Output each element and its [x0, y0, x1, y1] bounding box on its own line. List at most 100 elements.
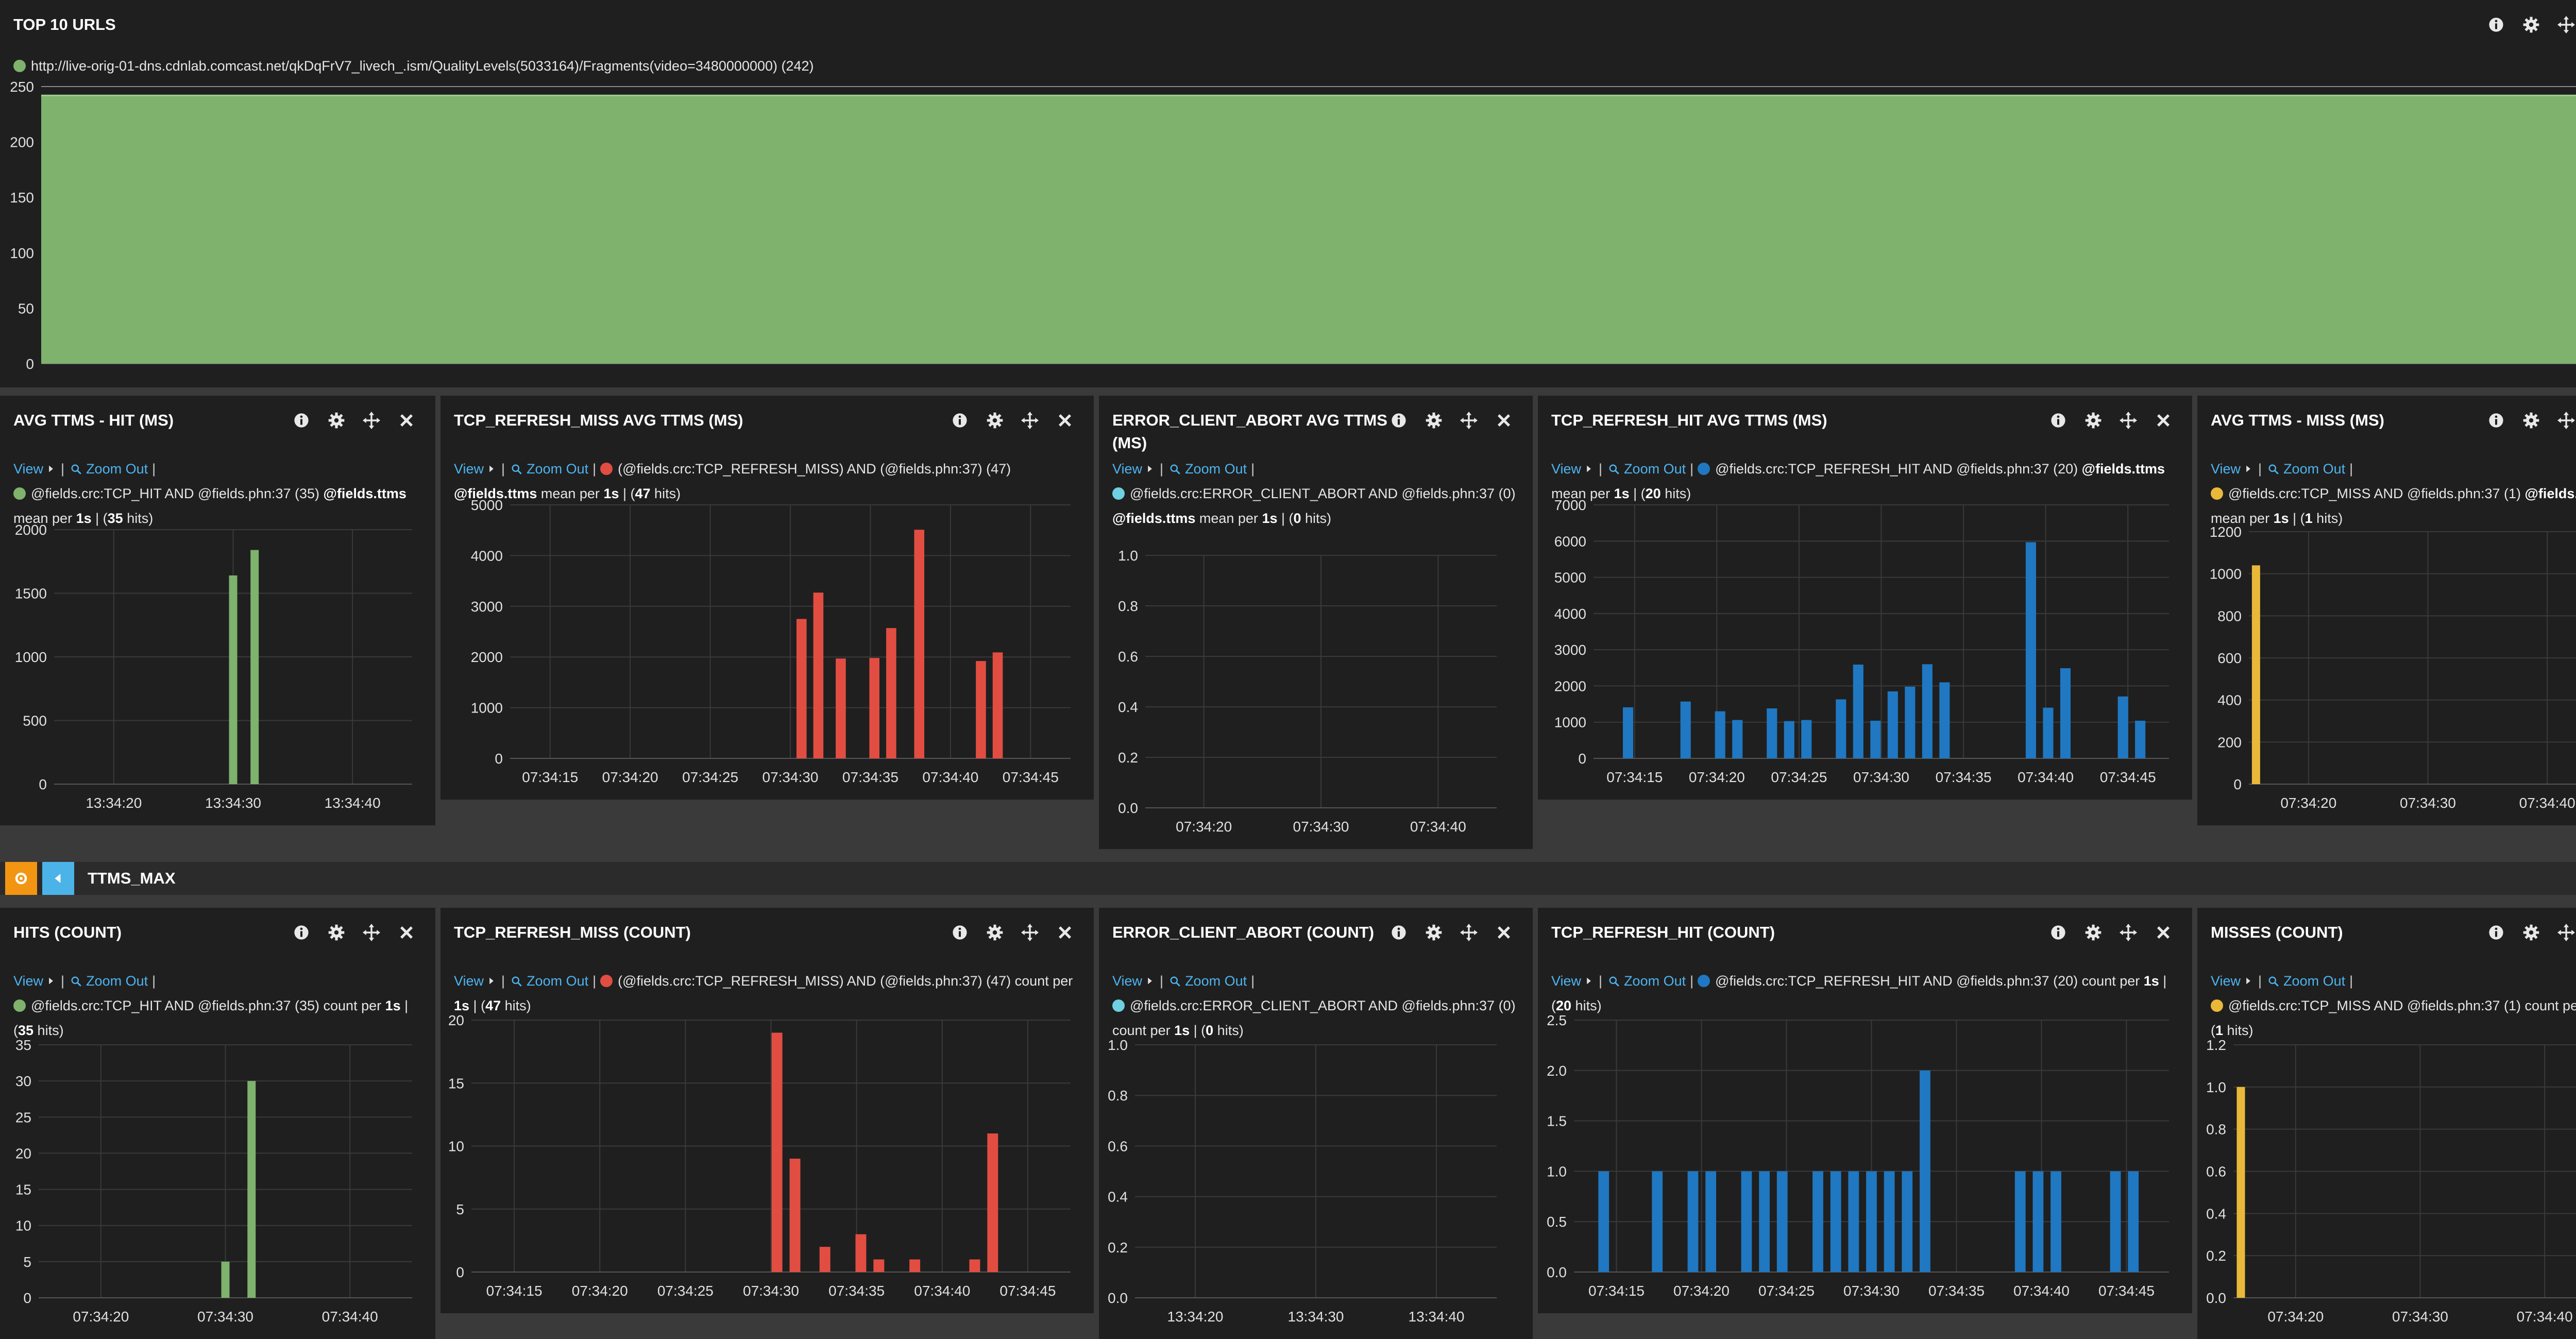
bar[interactable] — [1687, 1171, 1699, 1272]
y-tick-label: 1000 — [1554, 715, 1586, 731]
chart-p5[interactable]: 0 200 400 600 800 1000 1200 07:34:20 07:34:30 07:… — [2197, 396, 2576, 825]
y-tick-label: 2000 — [1554, 678, 1586, 694]
bar[interactable] — [221, 1261, 230, 1298]
bar[interactable] — [1939, 682, 1950, 758]
chart-p6[interactable]: 0 5 10 15 20 25 30 35 07:34:20 07:34:30 07:34:40 — [0, 908, 435, 1339]
bar[interactable] — [992, 652, 1003, 758]
bar[interactable] — [914, 530, 925, 758]
chart-p2[interactable]: 0 1000 2000 3000 4000 5000 07:34:15 07:34:20 07:… — [440, 396, 1094, 800]
chart-top10[interactable]: 0 50 100 150 200 250 — [0, 0, 2576, 387]
bar[interactable] — [1732, 720, 1743, 758]
bar[interactable] — [1830, 1171, 1841, 1272]
y-tick-label: 0.0 — [1108, 1290, 1128, 1306]
bar[interactable] — [836, 658, 846, 758]
chart-p9[interactable]: 0.0 0.5 1.0 1.5 2.0 2.5 07:34:15 07:34:20 07:34:… — [1538, 908, 2192, 1313]
bar[interactable] — [1680, 701, 1691, 758]
bar[interactable] — [771, 1032, 783, 1272]
bar[interactable] — [909, 1259, 921, 1272]
bar[interactable] — [1652, 1171, 1663, 1272]
chart-p7[interactable]: 0 5 10 15 20 07:34:15 07:34:20 07:34:25 07:34:30… — [440, 908, 1094, 1313]
bar[interactable] — [1598, 1171, 1609, 1272]
x-tick-label: 07:34:20 — [602, 769, 658, 785]
bar[interactable] — [1812, 1171, 1823, 1272]
y-tick-label: 500 — [23, 713, 47, 729]
bar[interactable] — [1866, 1171, 1877, 1272]
bar[interactable] — [2050, 1171, 2061, 1272]
bar[interactable] — [2043, 707, 2054, 758]
panel-p3: ERROR_CLIENT_ABORT AVG TTMS (MS) View | Zoo… — [1099, 396, 1533, 849]
row-settings-button[interactable] — [5, 862, 37, 895]
bar[interactable] — [886, 628, 896, 758]
x-tick-label: 07:34:15 — [522, 769, 578, 785]
bar[interactable] — [2117, 696, 2128, 758]
y-tick-label: 150 — [10, 190, 34, 206]
y-tick-label: 0 — [39, 776, 47, 792]
bar[interactable] — [1759, 1171, 1770, 1272]
bar[interactable] — [796, 619, 807, 758]
bar[interactable] — [789, 1158, 801, 1272]
bar[interactable] — [1887, 691, 1898, 758]
bar[interactable] — [969, 1259, 980, 1272]
bar[interactable] — [2251, 565, 2260, 784]
bar[interactable] — [1853, 664, 1863, 758]
x-tick-label: 07:34:40 — [2013, 1283, 2070, 1299]
y-tick-label: 20 — [448, 1012, 464, 1028]
bar[interactable] — [1902, 1171, 1913, 1272]
chart-p8[interactable]: 0.0 0.2 0.4 0.6 0.8 1.0 13:34:20 13:34:30 13:34:… — [1099, 908, 1533, 1339]
bar[interactable] — [1622, 707, 1634, 758]
chart-p1[interactable]: 0 500 1000 1500 2000 13:34:20 13:34:30 13:34:40 — [0, 396, 435, 825]
bar[interactable] — [869, 658, 879, 758]
bar[interactable] — [2025, 542, 2036, 758]
chart-p4[interactable]: 0 1000 2000 3000 4000 5000 6000 7000 07:34:15 07:… — [1538, 396, 2192, 800]
bar[interactable] — [2060, 668, 2071, 758]
bar[interactable] — [1922, 664, 1933, 758]
bar[interactable] — [1715, 711, 1725, 758]
bar[interactable] — [813, 592, 824, 758]
y-tick-label: 0.2 — [2206, 1248, 2226, 1264]
bar[interactable] — [2032, 1171, 2044, 1272]
x-tick-label: 07:34:20 — [2267, 1309, 2324, 1325]
bar[interactable] — [1767, 708, 1777, 758]
bar[interactable] — [1741, 1171, 1752, 1272]
bar[interactable] — [1870, 720, 1881, 758]
bar[interactable] — [1705, 1171, 1717, 1272]
bar[interactable] — [2128, 1171, 2139, 1272]
x-tick-label: 07:34:20 — [1689, 769, 1745, 785]
bar[interactable] — [1801, 720, 1812, 758]
bar[interactable] — [873, 1259, 885, 1272]
bar[interactable] — [2110, 1171, 2121, 1272]
bar[interactable] — [1905, 686, 1916, 758]
y-tick-label: 250 — [10, 79, 34, 95]
chart-p3[interactable]: 0.0 0.2 0.4 0.6 0.8 1.0 07:34:20 07:34:30 07:34:… — [1099, 396, 1533, 849]
bar[interactable] — [1884, 1171, 1895, 1272]
panel-p9: TCP_REFRESH_HIT (COUNT) View | Zoom Out | @fi… — [1538, 908, 2192, 1313]
bar[interactable] — [855, 1234, 867, 1272]
y-tick-label: 800 — [2217, 608, 2242, 624]
bar[interactable] — [1784, 721, 1794, 758]
y-tick-label: 0.2 — [1118, 750, 1138, 766]
bar[interactable] — [2135, 720, 2146, 758]
x-tick-label: 07:34:20 — [73, 1309, 129, 1325]
bar[interactable] — [1776, 1171, 1788, 1272]
chart-p10[interactable]: 0.0 0.2 0.4 0.6 0.8 1.0 1.2 07:34:20 07:34:30 07:… — [2197, 908, 2576, 1339]
bar[interactable] — [2236, 1087, 2245, 1298]
row-collapse-button[interactable] — [42, 862, 74, 895]
bar[interactable] — [2014, 1171, 2026, 1272]
bar[interactable] — [1920, 1070, 1930, 1272]
bar[interactable] — [229, 575, 238, 784]
x-tick-label: 07:34:30 — [1293, 819, 1349, 835]
bar[interactable] — [1848, 1171, 1859, 1272]
bar[interactable] — [987, 1133, 998, 1272]
x-tick-label: 13:34:20 — [86, 795, 142, 811]
bar[interactable] — [976, 661, 986, 758]
y-tick-label: 1.2 — [2206, 1037, 2226, 1053]
bar[interactable] — [247, 1081, 256, 1298]
x-tick-label: 07:34:45 — [2100, 769, 2156, 785]
bar[interactable] — [819, 1247, 831, 1272]
x-tick-label: 13:34:30 — [205, 795, 261, 811]
bar[interactable] — [1836, 699, 1846, 758]
y-tick-label: 1500 — [15, 586, 47, 602]
y-tick-label: 1200 — [2210, 524, 2242, 540]
bar[interactable] — [250, 550, 259, 784]
area-series[interactable] — [41, 95, 2576, 364]
